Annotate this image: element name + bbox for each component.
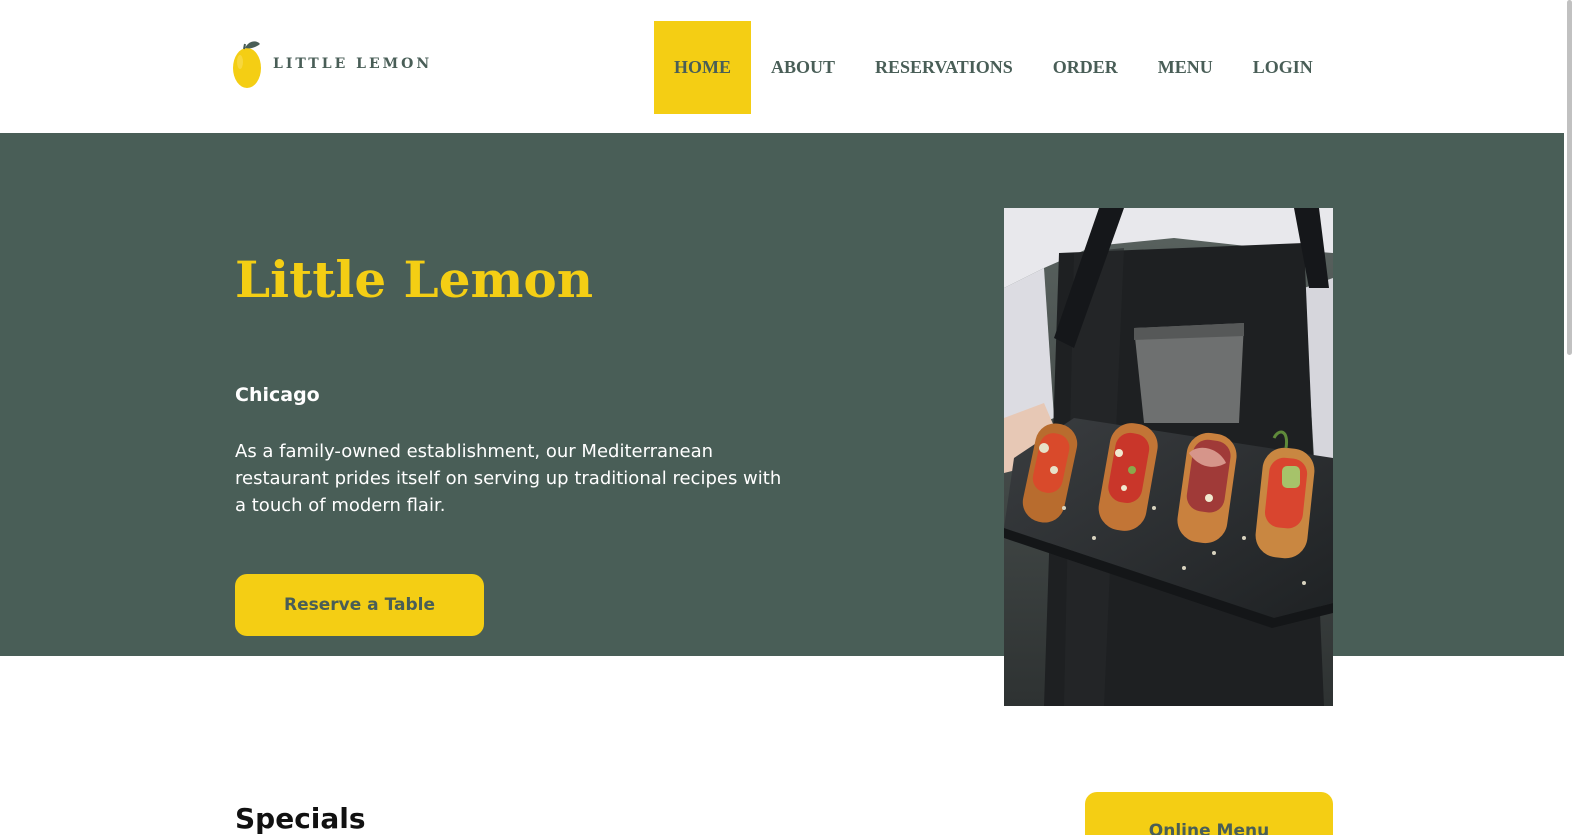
- scrollbar-thumb[interactable]: [1567, 0, 1572, 355]
- nav-home[interactable]: HOME: [654, 21, 751, 114]
- lemon-icon: [231, 38, 263, 90]
- page: LITTLE LEMON HOME ABOUT RESERVATIONS ORD…: [0, 0, 1576, 835]
- reserve-table-button[interactable]: Reserve a Table: [235, 574, 484, 636]
- nav-reservations[interactable]: RESERVATIONS: [855, 21, 1033, 114]
- logo-text: LITTLE LEMON: [273, 56, 433, 72]
- nav-about[interactable]: ABOUT: [751, 21, 855, 114]
- site-logo[interactable]: LITTLE LEMON: [231, 38, 432, 90]
- online-menu-button[interactable]: Online Menu: [1085, 792, 1333, 835]
- hero-title: Little Lemon: [235, 250, 594, 309]
- hero-city: Chicago: [235, 384, 320, 406]
- nav-login[interactable]: LOGIN: [1233, 21, 1333, 114]
- main-nav: HOME ABOUT RESERVATIONS ORDER MENU LOGIN: [654, 21, 1333, 114]
- hero-photo: [1004, 208, 1333, 706]
- specials-title: Specials: [235, 802, 366, 835]
- site-header: LITTLE LEMON HOME ABOUT RESERVATIONS ORD…: [0, 0, 1576, 133]
- nav-menu[interactable]: MENU: [1138, 21, 1233, 114]
- page-scrollbar[interactable]: [1564, 0, 1576, 835]
- hero-description: As a family-owned establishment, our Med…: [235, 441, 782, 516]
- nav-order[interactable]: ORDER: [1033, 21, 1138, 114]
